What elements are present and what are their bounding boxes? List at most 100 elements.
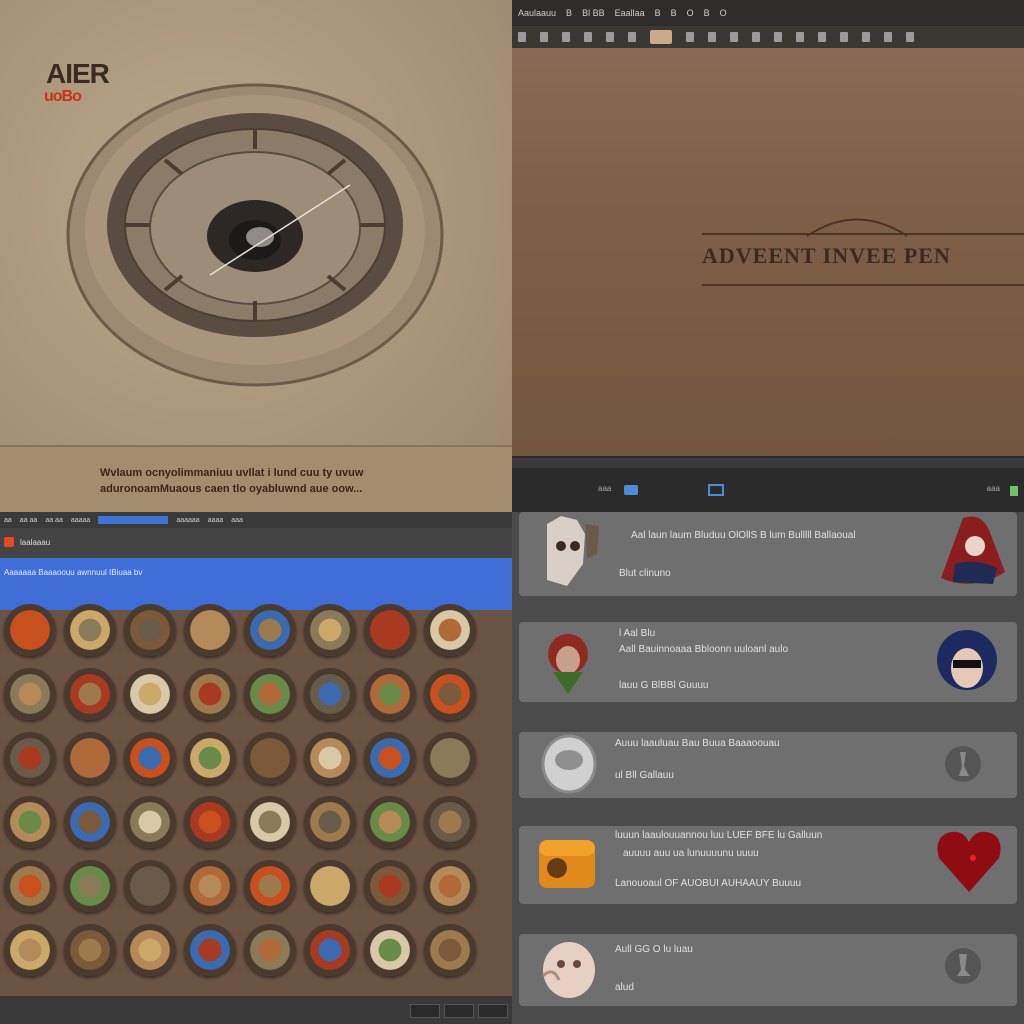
medallion-thumbnail[interactable] — [124, 860, 176, 912]
tool-icon[interactable] — [752, 32, 760, 42]
medallion-thumbnail[interactable] — [4, 924, 56, 976]
medallion-thumbnail[interactable] — [244, 604, 296, 656]
list-card[interactable]: l Aal Blu Aall Bauinnoaaa Bbloonn uuloan… — [519, 622, 1017, 702]
medallion-thumbnail[interactable] — [64, 924, 116, 976]
medallion-thumbnail[interactable] — [124, 732, 176, 784]
medallion-thumbnail[interactable] — [64, 732, 116, 784]
medallion-thumbnail[interactable] — [424, 860, 476, 912]
tool-icon[interactable] — [730, 32, 738, 42]
tool-icon[interactable] — [562, 32, 570, 42]
tool-icon[interactable] — [686, 32, 694, 42]
menu-item[interactable]: O — [687, 8, 694, 18]
medallion-thumbnail[interactable] — [364, 732, 416, 784]
menu-item[interactable]: B — [671, 8, 677, 18]
tool-icon[interactable] — [796, 32, 804, 42]
tool-icon[interactable] — [840, 32, 848, 42]
timeline-strip[interactable] — [512, 458, 1024, 468]
medallion-thumbnail[interactable] — [64, 668, 116, 720]
medallion-thumbnail[interactable] — [124, 924, 176, 976]
medallion-thumbnail[interactable] — [124, 796, 176, 848]
medallion-thumbnail[interactable] — [4, 796, 56, 848]
medallion-thumbnail[interactable] — [64, 796, 116, 848]
medallion-thumbnail[interactable] — [4, 860, 56, 912]
menu-item[interactable]: aaaaa — [71, 517, 90, 524]
medallion-thumbnail[interactable] — [304, 924, 356, 976]
menu-item[interactable]: aa aa — [20, 517, 38, 524]
medallion-thumbnail[interactable] — [184, 604, 236, 656]
medallion-thumbnail[interactable] — [364, 796, 416, 848]
medallion-thumbnail[interactable] — [304, 860, 356, 912]
status-indicator[interactable] — [1010, 486, 1018, 496]
medallion-thumbnail[interactable] — [124, 604, 176, 656]
active-tab[interactable] — [98, 516, 169, 524]
menu-item[interactable]: aaaaaa — [176, 517, 199, 524]
menu-item[interactable]: B — [566, 8, 572, 18]
tool-icon[interactable] — [818, 32, 826, 42]
frame-icon[interactable] — [708, 484, 724, 496]
medallion-thumbnail[interactable] — [4, 732, 56, 784]
medallion-thumbnail[interactable] — [364, 668, 416, 720]
medallion-thumbnail[interactable] — [124, 668, 176, 720]
menu-item[interactable]: aaaa — [208, 517, 224, 524]
menu-item[interactable]: Eaallaa — [615, 8, 645, 18]
medallion-thumbnail[interactable] — [184, 860, 236, 912]
menu-item[interactable]: B — [704, 8, 710, 18]
medallion-thumbnail[interactable] — [424, 732, 476, 784]
medallion-thumbnail[interactable] — [424, 796, 476, 848]
medallion-thumbnail[interactable] — [304, 732, 356, 784]
toggle-button[interactable] — [624, 485, 638, 495]
medallion-thumbnail[interactable] — [424, 604, 476, 656]
medallion-thumbnail[interactable] — [244, 860, 296, 912]
medallion-thumbnail[interactable] — [184, 796, 236, 848]
medallion-thumbnail[interactable] — [304, 668, 356, 720]
menu-item[interactable]: aaa — [231, 517, 243, 524]
medallion-thumbnail[interactable] — [364, 860, 416, 912]
color-swatch[interactable] — [650, 30, 672, 44]
status-label: aaa — [598, 484, 612, 493]
list-card[interactable]: luuun laaulouuannou luu LUEF BFE lu Gall… — [519, 826, 1017, 904]
info-icon[interactable] — [943, 946, 983, 986]
medallion-thumbnail[interactable] — [424, 924, 476, 976]
medallion-thumbnail[interactable] — [244, 796, 296, 848]
medallion-thumbnail[interactable] — [184, 924, 236, 976]
tool-icon[interactable] — [884, 32, 892, 42]
list-card[interactable]: Auuu laauluau Bau Buua Baaaoouau ul Bll … — [519, 732, 1017, 798]
medallion-thumbnail[interactable] — [304, 604, 356, 656]
tool-icon[interactable] — [518, 32, 526, 42]
medallion-thumbnail[interactable] — [244, 668, 296, 720]
medallion-thumbnail[interactable] — [64, 604, 116, 656]
menu-item[interactable]: B — [655, 8, 661, 18]
menu-item[interactable]: aa aa — [45, 517, 63, 524]
menu-item[interactable]: Aaulaauu — [518, 8, 556, 18]
tool-icon[interactable] — [540, 32, 548, 42]
medallion-thumbnail[interactable] — [244, 732, 296, 784]
medallion-thumbnail[interactable] — [184, 668, 236, 720]
list-card[interactable]: Aull GG O lu luau alud — [519, 934, 1017, 1006]
medallion-thumbnail[interactable] — [304, 796, 356, 848]
footer-button[interactable] — [478, 1004, 508, 1018]
medallion-thumbnail[interactable] — [244, 924, 296, 976]
tool-icon[interactable] — [774, 32, 782, 42]
menu-item[interactable]: O — [720, 8, 727, 18]
tool-icon[interactable] — [906, 32, 914, 42]
menu-item[interactable]: Bl BB — [582, 8, 605, 18]
tool-icon[interactable] — [606, 32, 614, 42]
wood-canvas[interactable]: ADVEENT INVEE PEN — [512, 48, 1024, 458]
tool-icon[interactable] — [628, 32, 636, 42]
tool-icon[interactable] — [708, 32, 716, 42]
footer-button[interactable] — [444, 1004, 474, 1018]
medallion-thumbnail[interactable] — [184, 732, 236, 784]
list-card[interactable]: Aal laun laum Bluduu OlOllS B lum Bullll… — [519, 512, 1017, 596]
info-icon[interactable] — [943, 744, 983, 784]
tool-icon[interactable] — [584, 32, 592, 42]
medallion-thumbnail[interactable] — [424, 668, 476, 720]
footer-button[interactable] — [410, 1004, 440, 1018]
address-text[interactable]: laalaaau — [20, 538, 50, 547]
tool-icon[interactable] — [862, 32, 870, 42]
medallion-thumbnail[interactable] — [64, 860, 116, 912]
medallion-thumbnail[interactable] — [364, 604, 416, 656]
medallion-thumbnail[interactable] — [4, 604, 56, 656]
medallion-thumbnail[interactable] — [364, 924, 416, 976]
medallion-thumbnail[interactable] — [4, 668, 56, 720]
menu-item[interactable]: aa — [4, 517, 12, 524]
